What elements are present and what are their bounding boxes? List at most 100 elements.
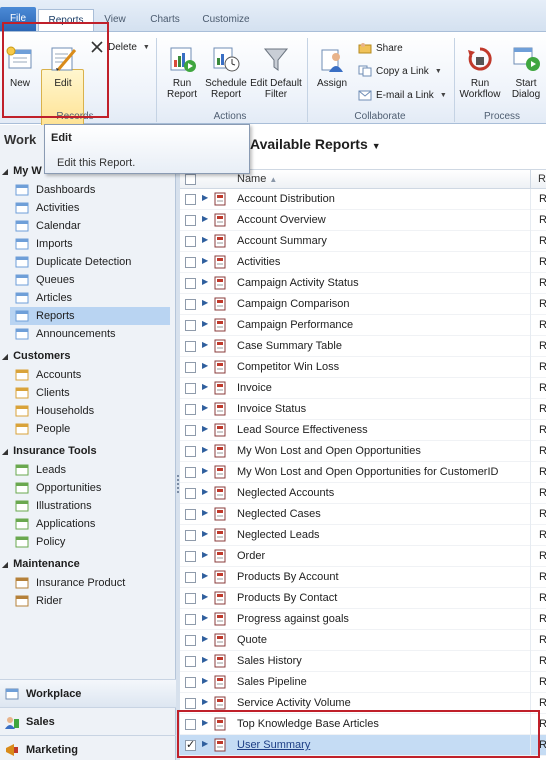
report-name-link[interactable]: My Won Lost and Open Opportunities for C… [237,466,498,478]
row-checkbox[interactable] [185,509,196,520]
column-header-name[interactable]: Name ▲ [237,173,277,185]
table-row[interactable]: ▶ Neglected Accounts R [180,483,546,504]
expand-arrow-icon[interactable]: ▶ [202,256,208,265]
expand-arrow-icon[interactable]: ▶ [202,739,208,748]
expand-arrow-icon[interactable]: ▶ [202,319,208,328]
row-checkbox[interactable] [185,656,196,667]
table-row[interactable]: ▶ Invoice Status R [180,399,546,420]
report-name-link[interactable]: Order [237,550,265,562]
table-row[interactable]: ▶ My Won Lost and Open Opportunities for … [180,462,546,483]
report-name-link[interactable]: Service Activity Volume [237,697,351,709]
table-row[interactable]: ▶ Account Summary R [180,231,546,252]
table-row[interactable]: ▶ Products By Account R [180,567,546,588]
sidebar-item-accounts[interactable]: Accounts [10,366,170,384]
start-dialog-button[interactable]: Start Dialog [506,44,546,100]
email-link-button[interactable]: E-mail a Link ▼ [358,89,447,101]
expand-arrow-icon[interactable]: ▶ [202,592,208,601]
nav-section-insurance-tools[interactable]: ◢ Insurance Tools [0,445,176,457]
tab-reports[interactable]: Reports [38,9,94,31]
report-name-link[interactable]: User Summary [237,739,310,751]
row-checkbox[interactable] [185,698,196,709]
row-checkbox[interactable] [185,593,196,604]
expand-arrow-icon[interactable]: ▶ [202,613,208,622]
sidebar-item-rider[interactable]: Rider [10,592,170,610]
expand-arrow-icon[interactable]: ▶ [202,571,208,580]
expand-arrow-icon[interactable]: ▶ [202,424,208,433]
sidebar-item-insurance-product[interactable]: Insurance Product [10,574,170,592]
report-name-link[interactable]: Invoice Status [237,403,306,415]
expand-arrow-icon[interactable]: ▶ [202,550,208,559]
nav-section-maintenance[interactable]: ◢ Maintenance [0,558,176,570]
row-checkbox[interactable] [185,341,196,352]
row-checkbox[interactable] [185,257,196,268]
table-row[interactable]: ▶ Service Activity Volume R [180,693,546,714]
report-name-link[interactable]: Case Summary Table [237,340,342,352]
report-name-link[interactable]: Neglected Cases [237,508,321,520]
view-selector[interactable]: Available Reports ▼ [250,136,381,152]
sidebar-item-queues[interactable]: Queues [10,271,170,289]
expand-arrow-icon[interactable]: ▶ [202,403,208,412]
sidebar-item-imports[interactable]: Imports [10,235,170,253]
assign-button[interactable]: Assign [314,44,350,89]
nav-area-sales[interactable]: Sales [0,707,176,735]
table-row[interactable]: ▶ User Summary R [180,735,546,756]
row-checkbox[interactable] [185,236,196,247]
sidebar-item-articles[interactable]: Articles [10,289,170,307]
edit-button[interactable]: Edit [43,44,83,89]
table-row[interactable]: ▶ Sales Pipeline R [180,672,546,693]
expand-arrow-icon[interactable]: ▶ [202,697,208,706]
sidebar-item-reports[interactable]: Reports [10,307,170,325]
expand-arrow-icon[interactable]: ▶ [202,508,208,517]
table-row[interactable]: ▶ Neglected Cases R [180,504,546,525]
nav-area-workplace[interactable]: Workplace [0,679,176,707]
sidebar-item-leads[interactable]: Leads [10,461,170,479]
report-name-link[interactable]: Invoice [237,382,272,394]
row-checkbox[interactable] [185,215,196,226]
row-checkbox[interactable] [185,530,196,541]
table-row[interactable]: ▶ Products By Contact R [180,588,546,609]
table-row[interactable]: ▶ My Won Lost and Open Opportunities R [180,441,546,462]
expand-arrow-icon[interactable]: ▶ [202,487,208,496]
tab-file[interactable]: File [0,7,36,31]
select-all-checkbox[interactable] [185,174,196,185]
report-name-link[interactable]: Account Summary [237,235,327,247]
row-checkbox[interactable] [185,635,196,646]
report-name-link[interactable]: Quote [237,634,267,646]
table-row[interactable]: ▶ Invoice R [180,378,546,399]
table-row[interactable]: ▶ Account Distribution R [180,189,546,210]
row-checkbox[interactable] [185,488,196,499]
expand-arrow-icon[interactable]: ▶ [202,214,208,223]
row-checkbox[interactable] [185,320,196,331]
row-checkbox[interactable] [185,677,196,688]
report-name-link[interactable]: Campaign Comparison [237,298,350,310]
row-checkbox[interactable] [185,425,196,436]
expand-arrow-icon[interactable]: ▶ [202,298,208,307]
row-checkbox[interactable] [185,278,196,289]
sidebar-item-people[interactable]: People [10,420,170,438]
expand-arrow-icon[interactable]: ▶ [202,655,208,664]
sidebar-item-calendar[interactable]: Calendar [10,217,170,235]
sidebar-item-policy[interactable]: Policy [10,533,170,551]
expand-arrow-icon[interactable]: ▶ [202,445,208,454]
sidebar-item-duplicate-detection[interactable]: Duplicate Detection [10,253,170,271]
expand-arrow-icon[interactable]: ▶ [202,361,208,370]
report-name-link[interactable]: Lead Source Effectiveness [237,424,368,436]
report-name-link[interactable]: Activities [237,256,280,268]
report-name-link[interactable]: Sales History [237,655,302,667]
row-checkbox[interactable] [185,446,196,457]
row-checkbox[interactable] [185,719,196,730]
row-checkbox[interactable] [185,551,196,562]
copy-link-button[interactable]: Copy a Link ▼ [358,65,442,77]
table-row[interactable]: ▶ Case Summary Table R [180,336,546,357]
sidebar-item-activities[interactable]: Activities [10,199,170,217]
expand-arrow-icon[interactable]: ▶ [202,277,208,286]
table-row[interactable]: ▶ Campaign Activity Status R [180,273,546,294]
report-name-link[interactable]: Campaign Performance [237,319,353,331]
table-row[interactable]: ▶ Neglected Leads R [180,525,546,546]
new-button[interactable]: New [4,44,36,89]
report-name-link[interactable]: Account Distribution [237,193,335,205]
report-name-link[interactable]: Campaign Activity Status [237,277,359,289]
row-checkbox[interactable] [185,738,196,751]
row-checkbox[interactable] [185,383,196,394]
edit-default-filter-button[interactable]: Edit Default Filter [250,44,302,100]
